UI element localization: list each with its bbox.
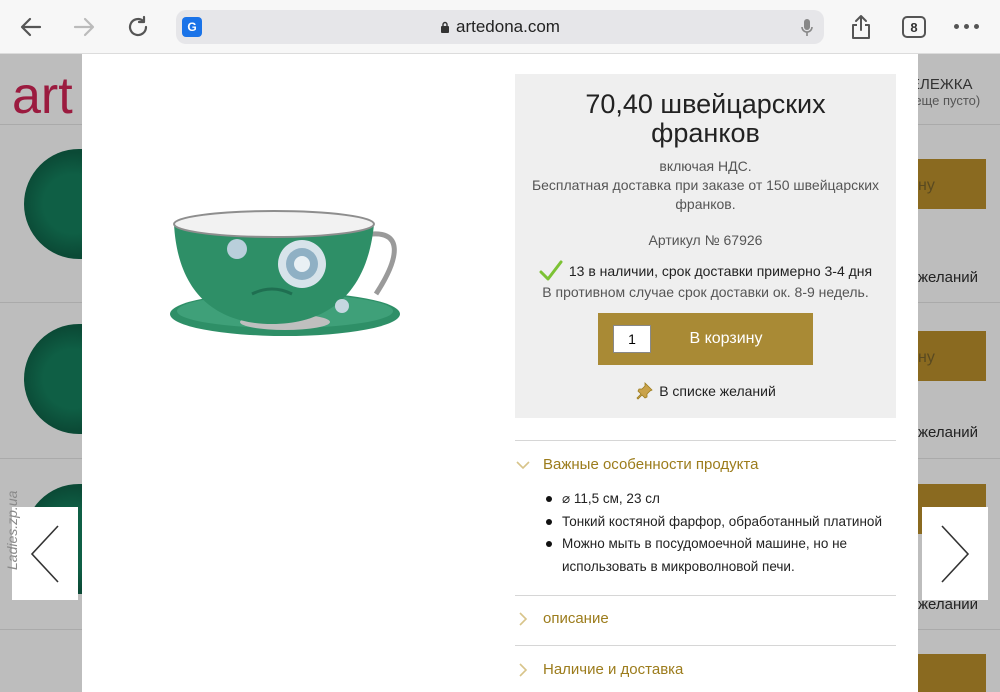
previous-product-button[interactable]: [12, 507, 78, 600]
microphone-icon[interactable]: [800, 18, 814, 43]
share-icon[interactable]: [845, 11, 877, 43]
wishlist-link[interactable]: желаний: [918, 424, 978, 441]
accordion-title: Наличие и доставка: [543, 661, 684, 678]
vat-note: включая НДС.: [659, 158, 752, 174]
wishlist-link[interactable]: желаний: [918, 269, 978, 286]
accordion-features[interactable]: Важные особенности продукта: [515, 456, 896, 473]
lock-icon: [441, 21, 450, 33]
add-to-cart-button[interactable]: ну: [918, 159, 986, 209]
quantity-input[interactable]: [613, 325, 651, 353]
product-info-panel: 70,40 швейцарских франков включая НДС. Б…: [515, 74, 896, 418]
chevron-left-icon: [30, 524, 59, 583]
features-list: ⌀ 11,5 см, 23 сл Тонкий костяной фарфор,…: [544, 488, 894, 578]
cart-status: (еще пусто): [910, 93, 981, 108]
chevron-right-icon: [519, 662, 528, 677]
wishlist-label: В списке желаний: [659, 383, 776, 399]
back-arrow-icon[interactable]: [15, 11, 47, 43]
more-icon[interactable]: [954, 24, 979, 29]
cart-label: ЕЛЕЖКА: [910, 76, 973, 93]
tab-count-button[interactable]: 8: [902, 16, 926, 38]
article-number: Артикул № 67926: [648, 232, 763, 248]
accordion-description[interactable]: описание: [515, 610, 896, 627]
site-logo: art: [12, 67, 73, 125]
product-image: [170, 210, 400, 336]
accordion-title: описание: [543, 610, 609, 627]
chevron-right-icon: [519, 611, 528, 626]
watermark: Ladies.zp.ua: [4, 490, 20, 570]
cart-summary[interactable]: ЕЛЕЖКА (еще пусто): [910, 76, 980, 108]
pin-icon: [636, 382, 653, 400]
stock-text: 13 в наличии, срок доставки примерно 3-4…: [568, 263, 873, 279]
stock-alt-note: В противном случае срок доставки ок. 8-9…: [542, 284, 869, 300]
next-product-button[interactable]: [922, 507, 988, 600]
stock-status: 13 в наличии, срок доставки примерно 3-4…: [515, 260, 896, 282]
chevron-down-icon: [516, 460, 530, 469]
price: 70,40 швейцарских франков: [585, 89, 826, 148]
chevron-right-icon: [941, 524, 970, 583]
add-to-cart-button[interactable]: [918, 654, 986, 692]
translate-icon[interactable]: G: [182, 17, 202, 37]
divider: [515, 440, 896, 441]
product-quickview-modal: 70,40 швейцарских франков включая НДС. Б…: [82, 54, 918, 692]
list-item: Тонкий костяной фарфор, обработанный пла…: [544, 511, 894, 534]
shipping-note: Бесплатная доставка при заказе от 150 шв…: [531, 177, 880, 212]
list-item: Можно мыть в посудомоечной машине, но не…: [544, 533, 894, 578]
accordion-title: Важные особенности продукта: [543, 456, 759, 473]
cart-button-label: В корзину: [689, 330, 763, 347]
divider: [515, 645, 896, 646]
wishlist-link[interactable]: В списке желаний: [515, 382, 896, 400]
checkmark-icon: [539, 260, 563, 281]
address-bar[interactable]: G artedona.com: [176, 10, 824, 44]
url-text: artedona.com: [456, 17, 560, 36]
add-to-cart-button[interactable]: В корзину: [598, 313, 813, 365]
list-item: ⌀ 11,5 см, 23 сл: [544, 488, 894, 511]
add-to-cart-button[interactable]: ну: [918, 331, 986, 381]
browser-toolbar: G artedona.com 8: [0, 0, 1000, 54]
accordion-availability[interactable]: Наличие и доставка: [515, 661, 896, 678]
reload-icon[interactable]: [122, 11, 154, 43]
forward-arrow-icon[interactable]: [68, 11, 100, 43]
divider: [515, 595, 896, 596]
